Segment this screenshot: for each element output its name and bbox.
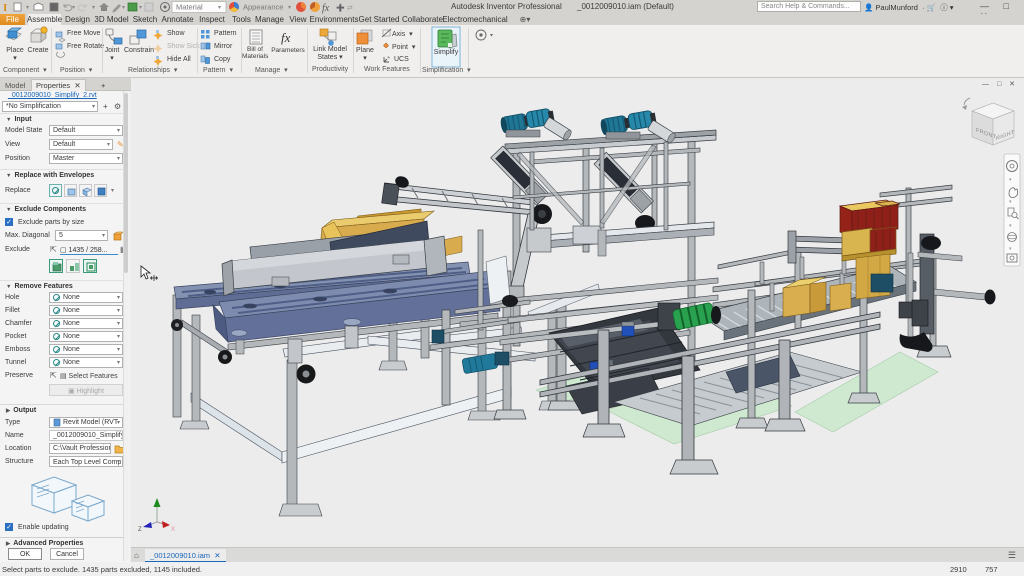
- svg-text:I: I: [3, 2, 7, 14]
- svg-text:▾: ▾: [288, 5, 291, 11]
- svg-text:Z: Z: [138, 527, 142, 533]
- svg-text:▾: ▾: [92, 5, 95, 11]
- svg-text:fx: fx: [322, 3, 330, 14]
- svg-text:➕: ➕: [336, 3, 345, 12]
- svg-text:▾: ▾: [122, 5, 125, 11]
- svg-text:Appearance: Appearance: [243, 3, 283, 12]
- svg-text:X: X: [171, 527, 175, 533]
- svg-text:▾: ▾: [72, 5, 75, 11]
- svg-text:Material: Material: [176, 3, 203, 12]
- svg-text:▾: ▾: [218, 5, 221, 11]
- svg-text:▾: ▾: [139, 5, 142, 11]
- svg-text:fx: fx: [281, 30, 291, 45]
- svg-text:▾: ▾: [26, 5, 29, 11]
- svg-text:⇄: ⇄: [347, 5, 353, 12]
